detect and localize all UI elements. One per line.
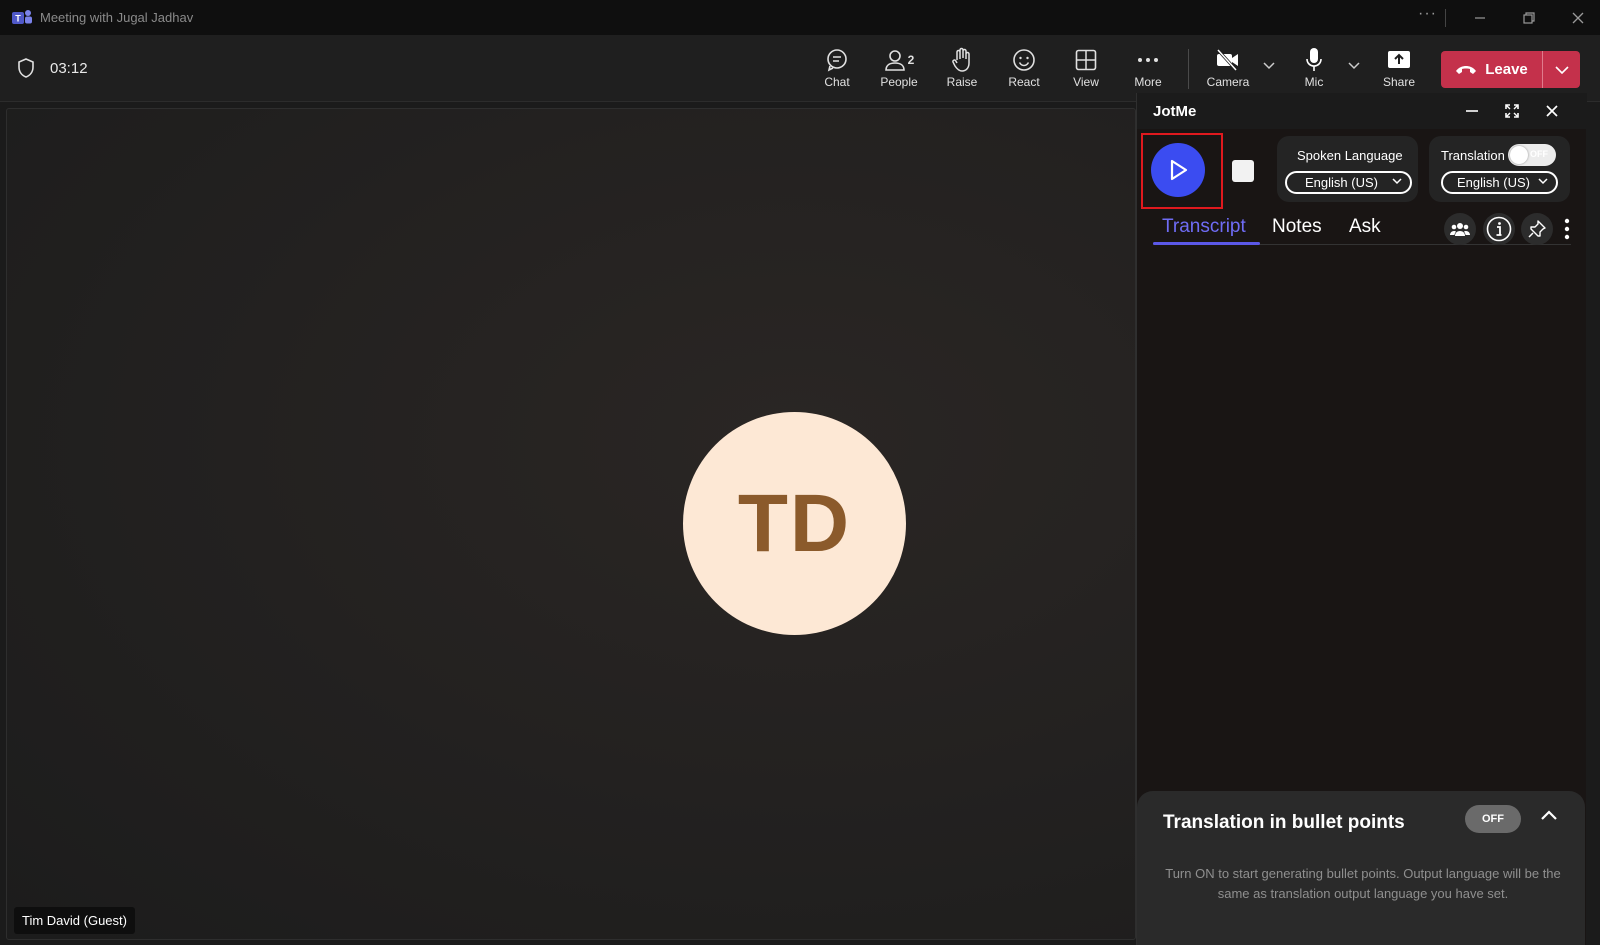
camera-off-icon: [1216, 49, 1238, 71]
close-icon: [1572, 12, 1584, 24]
kebab-menu-icon[interactable]: [1564, 218, 1570, 240]
chat-button[interactable]: Chat: [809, 47, 865, 89]
active-tab-indicator: [1153, 242, 1260, 245]
share-label: Share: [1382, 75, 1416, 89]
participant-name-label: Tim David (Guest): [14, 907, 135, 934]
raise-label: Raise: [946, 75, 978, 89]
spoken-language-value: English (US): [1305, 175, 1378, 190]
view-button[interactable]: View: [1058, 47, 1114, 89]
camera-options-chevron-icon[interactable]: [1263, 62, 1275, 70]
shield-icon[interactable]: [17, 58, 35, 78]
svg-text:T: T: [15, 14, 21, 24]
people-button[interactable]: 2 People: [871, 47, 927, 89]
people-label: People: [880, 75, 918, 89]
group-icon: [1450, 223, 1470, 236]
jotme-header: JotMe: [1137, 93, 1587, 129]
jotme-expand-button[interactable]: [1503, 102, 1521, 120]
raise-hand-icon: [952, 47, 970, 72]
mic-label: Mic: [1304, 75, 1324, 89]
title-bar: T Meeting with Jugal Jadhav ···: [0, 0, 1600, 35]
meeting-timer: 03:12: [50, 60, 88, 77]
pin-icon: [1528, 220, 1546, 238]
meeting-toolbar: 03:12 Chat 2 People Raise React View Mor…: [0, 35, 1600, 102]
people-count: 2: [907, 53, 915, 67]
mic-options-chevron-icon[interactable]: [1348, 62, 1360, 70]
video-stage: [6, 108, 1136, 940]
more-icon: [1138, 58, 1158, 62]
minimize-icon: [1466, 110, 1478, 112]
stop-button[interactable]: [1232, 160, 1254, 182]
translation-language-value: English (US): [1457, 175, 1530, 190]
minimize-icon: [1475, 17, 1485, 19]
jotme-panel: JotMe Spoken Language English (US) Trans…: [1136, 93, 1587, 945]
bullet-card-title: Translation in bullet points: [1163, 812, 1405, 833]
participants-button[interactable]: [1444, 213, 1476, 245]
minimize-window-button[interactable]: [1470, 8, 1490, 28]
view-label: View: [1073, 75, 1099, 89]
camera-label: Camera: [1206, 75, 1250, 89]
toggle-knob: [1510, 146, 1528, 164]
leave-label: Leave: [1485, 61, 1528, 78]
people-icon: [884, 50, 905, 71]
restore-icon: [1523, 12, 1535, 24]
microphone-icon: [1306, 48, 1322, 71]
expand-icon: [1505, 104, 1519, 118]
restore-window-button[interactable]: [1519, 8, 1539, 28]
tab-notes[interactable]: Notes: [1272, 216, 1322, 238]
more-button[interactable]: More: [1120, 47, 1176, 89]
info-icon: [1486, 216, 1512, 242]
smiley-icon: [1013, 49, 1035, 71]
jotme-close-button[interactable]: [1543, 102, 1561, 120]
chevron-down-icon: [1538, 178, 1548, 185]
translation-card: Translation OFF English (US): [1429, 136, 1570, 202]
grid-view-icon: [1075, 49, 1097, 71]
window-title: Meeting with Jugal Jadhav: [40, 10, 194, 25]
camera-button[interactable]: Camera: [1200, 47, 1256, 89]
chevron-down-icon: [1392, 178, 1402, 185]
window-more-button[interactable]: ···: [1418, 5, 1437, 23]
chat-label: Chat: [824, 75, 850, 89]
pin-button[interactable]: [1521, 213, 1553, 245]
jotme-minimize-button[interactable]: [1463, 102, 1481, 120]
close-window-button[interactable]: [1568, 8, 1588, 28]
phone-hangup-icon: [1456, 65, 1477, 74]
react-label: React: [1008, 75, 1040, 89]
start-recording-button[interactable]: [1151, 143, 1205, 197]
raise-hand-button[interactable]: Raise: [934, 47, 990, 89]
avatar-initials: TD: [737, 477, 852, 569]
spoken-language-card: Spoken Language English (US): [1277, 136, 1418, 202]
translation-bullets-card: Translation in bullet points OFF Turn ON…: [1137, 791, 1585, 945]
toolbar-divider: [1188, 49, 1189, 89]
more-label: More: [1134, 75, 1162, 89]
spoken-language-select[interactable]: English (US): [1285, 171, 1412, 194]
bullet-card-description: Turn ON to start generating bullet point…: [1165, 866, 1561, 901]
translation-toggle-state: OFF: [1530, 149, 1548, 159]
chevron-up-icon[interactable]: [1540, 809, 1558, 821]
participant-avatar: TD: [683, 412, 906, 635]
tab-transcript[interactable]: Transcript: [1162, 216, 1246, 238]
chat-icon: [827, 49, 847, 72]
spoken-language-label: Spoken Language: [1297, 148, 1403, 163]
tab-ask[interactable]: Ask: [1349, 216, 1381, 238]
translation-toggle[interactable]: OFF: [1508, 144, 1556, 166]
mic-button[interactable]: Mic: [1286, 47, 1342, 89]
translation-label: Translation: [1441, 148, 1505, 163]
jotme-title: JotMe: [1153, 103, 1197, 120]
teams-logo-icon: T: [12, 10, 32, 24]
react-button[interactable]: React: [996, 47, 1052, 89]
share-button[interactable]: Share: [1371, 47, 1427, 89]
play-icon: [1170, 159, 1188, 181]
titlebar-divider: [1445, 9, 1446, 27]
bullet-points-toggle[interactable]: OFF: [1465, 805, 1521, 833]
leave-control: Leave: [1441, 51, 1580, 88]
share-screen-icon: [1388, 51, 1410, 68]
close-icon: [1546, 105, 1558, 117]
info-button[interactable]: [1483, 213, 1515, 245]
leave-button[interactable]: Leave: [1441, 51, 1542, 88]
leave-options-button[interactable]: [1543, 65, 1580, 74]
translation-language-select[interactable]: English (US): [1441, 171, 1558, 194]
chevron-down-icon: [1554, 65, 1569, 74]
